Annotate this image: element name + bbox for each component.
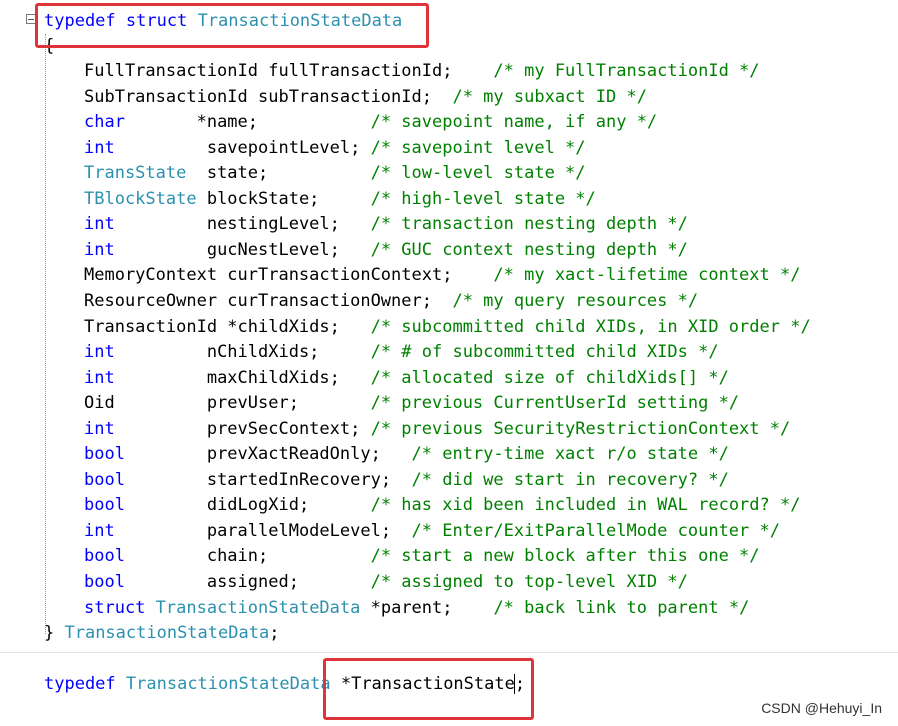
struct-field-line: TransState state; /* low-level state */ [84,161,586,186]
struct-field-line: TBlockState blockState; /* high-level st… [84,187,596,212]
struct-close-line: } TransactionStateData; [44,621,279,646]
code-token: /* allocated size of childXids[] */ [370,367,729,388]
editor-gutter [0,0,38,726]
code-token: maxChildXids; [114,367,371,388]
code-token: char [84,112,125,133]
code-token: SubTransactionId subTransactionId; [84,86,453,107]
code-token: TransactionStateData [125,674,331,694]
struct-field-line: bool didLogXid; /* has xid been included… [84,493,800,518]
code-token: parallelModeLevel; [114,520,412,541]
struct-field-line: int parallelModeLevel; /* Enter/ExitPara… [84,519,780,544]
code-token: ResourceOwner curTransactionOwner; [84,290,453,311]
code-token: bool [84,444,125,465]
code-token: /* previous SecurityRestrictionContext *… [370,418,791,439]
watermark: CSDN @Hehuyi_In [761,700,882,716]
struct-field-line: int gucNestLevel; /* GUC context nesting… [84,238,688,263]
code-token: /* high-level state */ [370,188,596,209]
code-token: FullTransactionId fullTransactionId; [84,61,494,81]
code-token: *name; [124,112,371,133]
code-token: /* savepoint level */ [370,137,586,158]
code-token: int [84,367,115,388]
code-token: bool [84,572,125,592]
code-token: /* my query resources */ [452,290,699,311]
code-token: gucNestLevel; [114,239,371,260]
struct-field-line: int maxChildXids; /* allocated size of c… [84,366,729,391]
struct-field-line: int prevSecContext; /* previous Security… [84,417,790,442]
code-token: /* Enter/ExitParallelMode counter */ [411,520,780,541]
code-token: int [84,418,115,439]
code-token: /* savepoint name, if any */ [370,112,658,133]
code-token: ; [269,623,280,643]
code-token: /* subcommitted child XIDs, in XID order… [370,316,811,337]
struct-field-line: char *name; /* savepoint name, if any */ [84,110,657,135]
struct-field-line: MemoryContext curTransactionContext; /* … [84,263,800,288]
code-token: MemoryContext curTransactionContext; [84,265,494,286]
code-token: /* assigned to top-level XID */ [370,572,688,592]
struct-field-line: int savepointLevel; /* savepoint level *… [84,136,586,161]
code-token: int [84,239,115,260]
struct-field-line: bool assigned; /* assigned to top-level … [84,570,688,595]
code-token: bool [84,495,125,516]
struct-field-line: int nestingLevel; /* transaction nesting… [84,212,688,237]
code-token: /* has xid been included in WAL record? … [370,495,801,516]
code-token: state; [186,163,371,184]
code-token: bool [84,469,125,490]
code-token: int [84,342,115,363]
struct-field-line: bool prevXactReadOnly; /* entry-time xac… [84,442,729,467]
code-token: TransState [84,163,187,184]
struct-field-line: ResourceOwner curTransactionOwner; /* my… [84,289,698,314]
highlight-box-typedef-struct [35,3,429,48]
code-token: prevSecContext; [114,418,371,439]
struct-field-line: TransactionId *childXids; /* subcommitte… [84,315,811,340]
code-token: int [84,520,115,541]
struct-field-line: SubTransactionId subTransactionId; /* my… [84,85,647,110]
code-token: TBlockState [84,188,197,209]
code-token: blockState; [196,188,371,209]
code-token: } [44,623,65,643]
struct-field-line: int nChildXids; /* # of subcommitted chi… [84,340,719,365]
code-token: /* did we start in recovery? */ [411,469,729,490]
code-token: didLogXid; [124,495,371,516]
code-token: /* my subxact ID */ [452,86,647,107]
code-token: /* transaction nesting depth */ [370,214,688,235]
code-token: *parent; [360,597,494,618]
struct-field-line: Oid prevUser; /* previous CurrentUserId … [84,391,739,416]
code-token: typedef [44,674,116,694]
struct-field-line: bool startedInRecovery; /* did we start … [84,468,729,493]
code-token: struct [84,597,146,618]
code-token: int [84,137,115,158]
code-token: bool [84,546,125,567]
struct-field-line: struct TransactionStateData *parent; /* … [84,596,749,621]
code-token: chain; [124,546,371,567]
highlight-box-pointer-type [323,658,534,720]
code-token: assigned; [124,572,371,592]
code-token: TransactionId *childXids; [84,316,371,337]
code-token: /* GUC context nesting depth */ [370,239,688,260]
struct-field-line: FullTransactionId fullTransactionId; /* … [84,59,760,84]
code-token: /* my FullTransactionId */ [493,61,760,81]
struct-field-line: bool chain; /* start a new block after t… [84,544,760,569]
code-token: /* my xact-lifetime context */ [493,265,801,286]
code-token: /* start a new block after this one */ [370,546,760,567]
code-token: /* previous CurrentUserId setting */ [370,393,740,414]
code-token: int [84,214,115,235]
code-token: Oid prevUser; [84,393,371,414]
code-token: /* entry-time xact r/o state */ [411,444,729,465]
code-token: prevXactReadOnly; [124,444,412,465]
separator [0,652,898,653]
code-token: /* # of subcommitted child XIDs */ [370,342,719,363]
code-token: TransactionStateData [64,623,270,643]
code-token: TransactionStateData [155,597,361,618]
fold-guide [45,34,46,634]
code-token: nChildXids; [114,342,371,363]
code-token: nestingLevel; [114,214,371,235]
code-token: /* low-level state */ [370,163,586,184]
code-token: /* back link to parent */ [493,597,750,618]
code-token: startedInRecovery; [124,469,412,490]
code-token: savepointLevel; [114,137,371,158]
